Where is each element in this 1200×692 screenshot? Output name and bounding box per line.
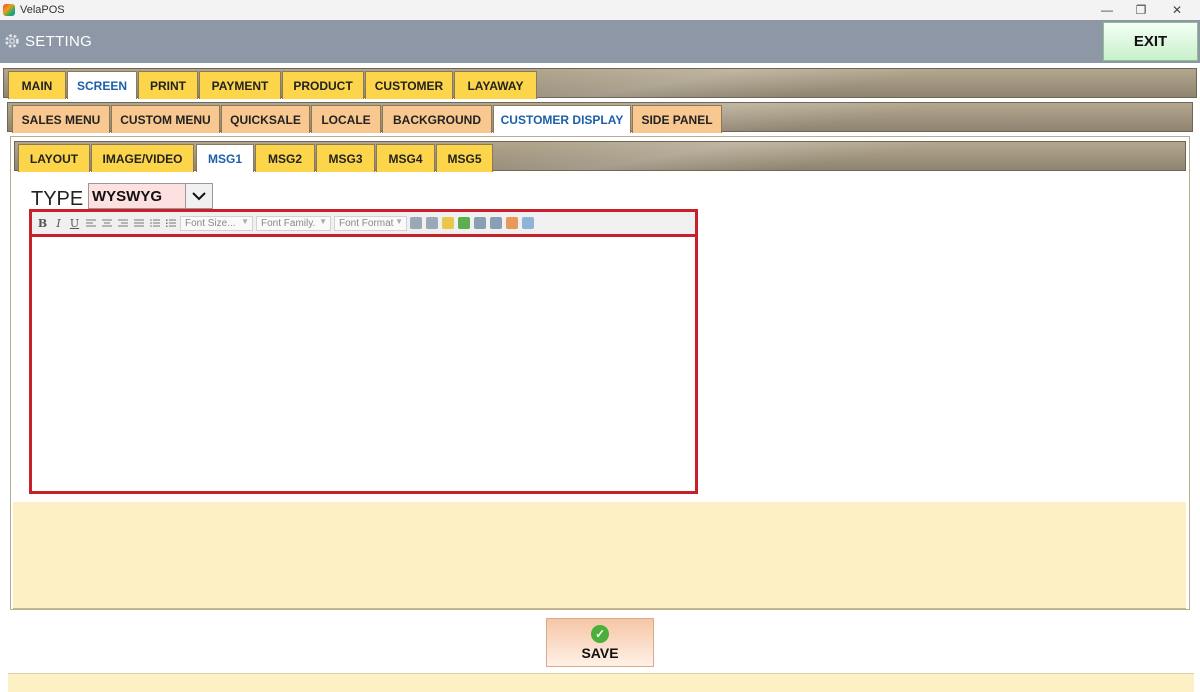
main-tab-bar: MAIN SCREEN PRINT PAYMENT PRODUCT CUSTOM… [3,68,1197,99]
checkmark-icon: ✓ [591,624,609,643]
tab-msg5[interactable]: MSG5 [436,144,493,172]
tab-msg2[interactable]: MSG2 [255,144,315,172]
tab-customer[interactable]: CUSTOMER [365,71,453,99]
status-strip [8,673,1194,692]
tab-payment[interactable]: PAYMENT [199,71,281,99]
unordered-list-icon[interactable] [164,216,177,230]
color-picker-icon[interactable] [506,217,518,229]
screen-sub-tab-bar: SALES MENU CUSTOM MENU QUICKSALE LOCALE … [7,102,1193,133]
exit-button[interactable]: EXIT [1103,22,1198,61]
font-size-select[interactable]: Font Size... ▼ [180,215,253,231]
save-label: SAVE [581,644,619,661]
font-size-label: Font Size... [185,217,236,229]
insert-image-icon[interactable] [458,217,470,229]
save-button[interactable]: ✓ SAVE [546,618,654,667]
wysiwyg-editor: B I U Font Size... ▼ Font Family. ▼ Font F… [29,209,698,494]
font-format-label: Font Format [339,217,394,229]
tab-msg1[interactable]: MSG1 [196,144,254,172]
app-logo-icon [3,4,15,16]
gear-icon [5,34,19,48]
close-window-button[interactable]: ✕ [1160,0,1194,20]
font-family-label: Font Family. [261,217,316,229]
unlink-icon[interactable] [490,217,502,229]
window-titlebar: VelaPOS — ❐ ✕ [0,0,1200,20]
settings-header: SETTING [0,20,1200,63]
editor-toolbar: B I U Font Size... ▼ Font Family. ▼ Font F… [32,212,695,237]
align-right-icon[interactable] [116,216,129,230]
chevron-down-icon[interactable] [185,184,212,208]
tab-quicksale[interactable]: QUICKSALE [221,105,310,133]
customer-display-tab-bar: LAYOUT IMAGE/VIDEO MSG1 MSG2 MSG3 MSG4 M… [14,141,1186,172]
tab-product[interactable]: PRODUCT [282,71,364,99]
tab-custom-menu[interactable]: CUSTOM MENU [111,105,220,133]
tab-side-panel[interactable]: SIDE PANEL [632,105,722,133]
type-select[interactable]: WYSWYG [88,183,213,209]
source-code-icon[interactable] [522,217,534,229]
align-justify-icon[interactable] [132,216,145,230]
italic-button[interactable]: I [52,216,65,230]
editor-content-area[interactable] [32,237,695,491]
tab-msg3[interactable]: MSG3 [316,144,375,172]
bold-button[interactable]: B [36,216,49,230]
align-center-icon[interactable] [100,216,113,230]
panel-footer-area [13,502,1186,609]
underline-button[interactable]: U [68,216,81,230]
ordered-list-icon[interactable] [148,216,161,230]
tab-locale[interactable]: LOCALE [311,105,381,133]
tab-sales-menu[interactable]: SALES MENU [12,105,110,133]
tab-customer-display[interactable]: CUSTOMER DISPLAY [493,105,631,133]
align-left-icon[interactable] [84,216,97,230]
link-icon[interactable] [474,217,486,229]
tab-layaway[interactable]: LAYAWAY [454,71,537,99]
font-format-select[interactable]: Font Format ▼ [334,215,407,231]
tab-screen[interactable]: SCREEN [67,71,137,99]
font-family-select[interactable]: Font Family. ▼ [256,215,331,231]
indent-icon[interactable] [410,217,422,229]
window-title: VelaPOS [20,4,65,16]
tab-image-video[interactable]: IMAGE/VIDEO [91,144,194,172]
restore-button[interactable]: ❐ [1124,0,1158,20]
tab-print[interactable]: PRINT [138,71,198,99]
edit-icon[interactable] [442,217,454,229]
page-title: SETTING [25,33,93,50]
tab-background[interactable]: BACKGROUND [382,105,492,133]
tab-main[interactable]: MAIN [8,71,66,99]
type-label: TYPE [31,188,84,210]
tab-msg4[interactable]: MSG4 [376,144,435,172]
minimize-button[interactable]: — [1090,0,1124,20]
type-select-value: WYSWYG [92,187,162,205]
tab-layout[interactable]: LAYOUT [18,144,90,172]
outdent-icon[interactable] [426,217,438,229]
